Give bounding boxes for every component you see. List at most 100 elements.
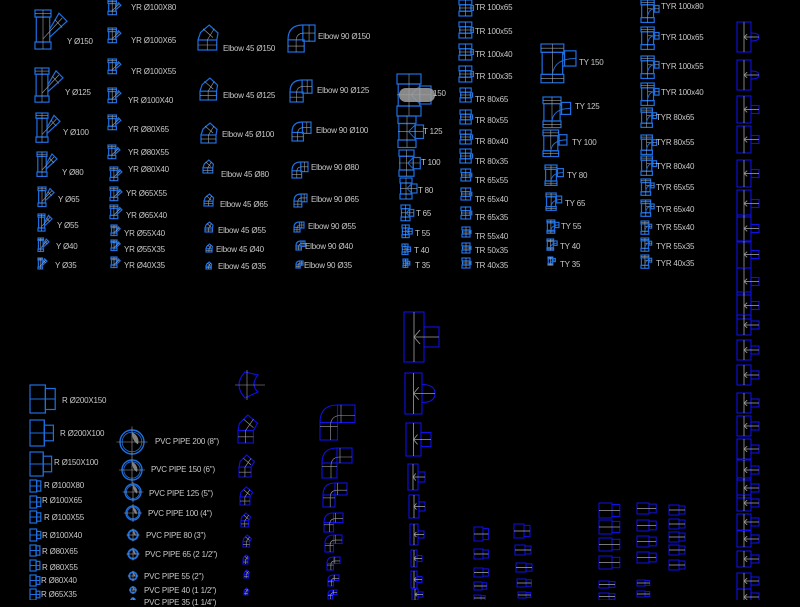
coupling-symbol[interactable] xyxy=(636,535,657,548)
coupling-symbol[interactable] xyxy=(668,544,686,556)
tyr-fitting-symbol[interactable] xyxy=(640,178,655,196)
reducer-symbol[interactable] xyxy=(29,588,41,600)
ty-fitting-symbol[interactable] xyxy=(547,256,556,266)
elbow-90-symbol[interactable] xyxy=(295,240,306,251)
reducer-symbol[interactable] xyxy=(29,559,41,572)
elbow-90-symbol[interactable] xyxy=(293,193,308,208)
tee-symbol[interactable] xyxy=(398,149,421,177)
elbow-90-symbol[interactable] xyxy=(293,221,305,233)
ty-fitting-symbol[interactable] xyxy=(544,164,565,187)
tyr-fitting-symbol[interactable] xyxy=(640,26,660,51)
y-fitting-symbol[interactable] xyxy=(37,257,48,270)
coupling-symbol[interactable] xyxy=(598,580,616,589)
coupling-symbol[interactable] xyxy=(473,548,489,560)
tee-side-symbol[interactable] xyxy=(736,267,760,296)
elbow-45-symbol[interactable] xyxy=(202,159,215,174)
coupling-symbol[interactable] xyxy=(668,559,686,571)
elbow-90-symbol[interactable] xyxy=(287,24,316,53)
elbow-90-symbol[interactable] xyxy=(291,161,309,179)
tyr-fitting-symbol[interactable] xyxy=(640,254,653,269)
yr-fitting-symbol[interactable] xyxy=(107,114,122,131)
ty-fitting-symbol[interactable] xyxy=(540,43,577,84)
tee-side-symbol[interactable] xyxy=(404,372,436,415)
ty-fitting-symbol[interactable] xyxy=(546,219,560,234)
coupling-symbol[interactable] xyxy=(473,567,489,578)
pvc-pipe-section-symbol[interactable] xyxy=(129,586,137,594)
tr-fitting-symbol[interactable] xyxy=(458,21,475,39)
tee-side-symbol[interactable] xyxy=(405,422,432,457)
yr-fitting-symbol[interactable] xyxy=(110,224,122,237)
tyr-fitting-symbol[interactable] xyxy=(640,237,653,252)
ty-fitting-symbol[interactable] xyxy=(546,238,558,251)
tee-side-symbol[interactable] xyxy=(736,339,760,361)
coupling-symbol[interactable] xyxy=(598,502,621,519)
elbow-90-small-symbol[interactable] xyxy=(322,482,348,508)
yr-fitting-symbol[interactable] xyxy=(107,144,121,160)
tee-side-symbol[interactable] xyxy=(736,550,760,568)
y-fitting-symbol[interactable] xyxy=(34,67,64,103)
pvc-pipe-section-symbol[interactable] xyxy=(126,528,140,542)
elbow-45-symbol[interactable] xyxy=(205,243,214,253)
tr-fitting-symbol[interactable] xyxy=(459,148,474,164)
ty-fitting-symbol[interactable] xyxy=(542,129,568,158)
coupling-symbol[interactable] xyxy=(668,504,686,516)
coupling-symbol[interactable] xyxy=(636,551,657,564)
y-fitting-symbol[interactable] xyxy=(37,237,50,253)
tee-side-symbol[interactable] xyxy=(410,549,423,568)
pvc-pipe-section-symbol[interactable] xyxy=(127,570,139,582)
tee-symbol[interactable] xyxy=(397,115,425,149)
reducer-symbol[interactable] xyxy=(29,510,42,524)
coupling-symbol[interactable] xyxy=(598,519,621,535)
elbow-90-symbol[interactable] xyxy=(289,79,313,103)
pvc-pipe-section-symbol[interactable] xyxy=(116,426,148,458)
elbow-45-small-symbol[interactable] xyxy=(237,414,259,444)
tyr-fitting-symbol[interactable] xyxy=(640,0,660,24)
coupling-symbol[interactable] xyxy=(636,579,651,587)
tyr-fitting-symbol[interactable] xyxy=(640,220,653,235)
elbow-90-small-symbol[interactable] xyxy=(327,574,340,587)
tee-symbol[interactable] xyxy=(401,243,412,256)
tr-fitting-symbol[interactable] xyxy=(461,226,472,238)
coupling-symbol[interactable] xyxy=(473,526,489,542)
reducer-symbol[interactable] xyxy=(29,419,54,447)
tyr-fitting-symbol[interactable] xyxy=(640,55,660,80)
tee-side-symbol[interactable] xyxy=(411,588,424,600)
tee-side-symbol[interactable] xyxy=(736,95,760,124)
pvc-pipe-section-symbol[interactable] xyxy=(122,481,144,503)
elbow-90-small-symbol[interactable] xyxy=(324,534,343,553)
tee-side-symbol[interactable] xyxy=(736,59,760,91)
elbow-45-small-symbol[interactable] xyxy=(243,587,250,596)
tee-symbol[interactable] xyxy=(399,177,418,200)
coupling-symbol[interactable] xyxy=(636,519,657,532)
coupling-symbol[interactable] xyxy=(668,518,686,530)
tr-fitting-symbol[interactable] xyxy=(460,187,473,201)
tee-side-symbol[interactable] xyxy=(736,125,760,154)
elbow-90-symbol[interactable] xyxy=(295,260,304,269)
tee-side-symbol[interactable] xyxy=(736,392,760,414)
tee-side-symbol[interactable] xyxy=(736,513,760,531)
elbow-45-small-symbol[interactable] xyxy=(238,454,256,478)
elbow-90-small-symbol[interactable] xyxy=(327,589,338,600)
tee-side-symbol[interactable] xyxy=(736,572,760,590)
elbow-90-small-symbol[interactable] xyxy=(321,447,353,479)
tee-symbol[interactable] xyxy=(402,258,411,268)
tr-fitting-symbol[interactable] xyxy=(458,65,475,83)
yr-fitting-symbol[interactable] xyxy=(107,27,122,44)
reducer-symbol[interactable] xyxy=(29,544,41,557)
yr-fitting-symbol[interactable] xyxy=(110,239,122,252)
coupling-symbol[interactable] xyxy=(636,502,657,515)
tr-fitting-symbol[interactable] xyxy=(459,87,474,103)
y-fitting-symbol[interactable] xyxy=(35,112,61,143)
tee-side-symbol[interactable] xyxy=(403,311,440,363)
tyr-fitting-symbol[interactable] xyxy=(640,155,658,176)
elbow-45-small-symbol[interactable] xyxy=(243,569,251,579)
tyr-fitting-symbol[interactable] xyxy=(640,82,660,107)
coupling-symbol[interactable] xyxy=(598,555,621,570)
tr-fitting-symbol[interactable] xyxy=(460,168,473,182)
tee-side-symbol[interactable] xyxy=(736,240,760,269)
tee-side-symbol[interactable] xyxy=(407,463,426,491)
tee-side-symbol[interactable] xyxy=(736,530,760,548)
tee-side-symbol[interactable] xyxy=(409,523,425,546)
elbow-section-symbol[interactable] xyxy=(235,370,265,400)
y-fitting-symbol[interactable] xyxy=(36,151,58,178)
